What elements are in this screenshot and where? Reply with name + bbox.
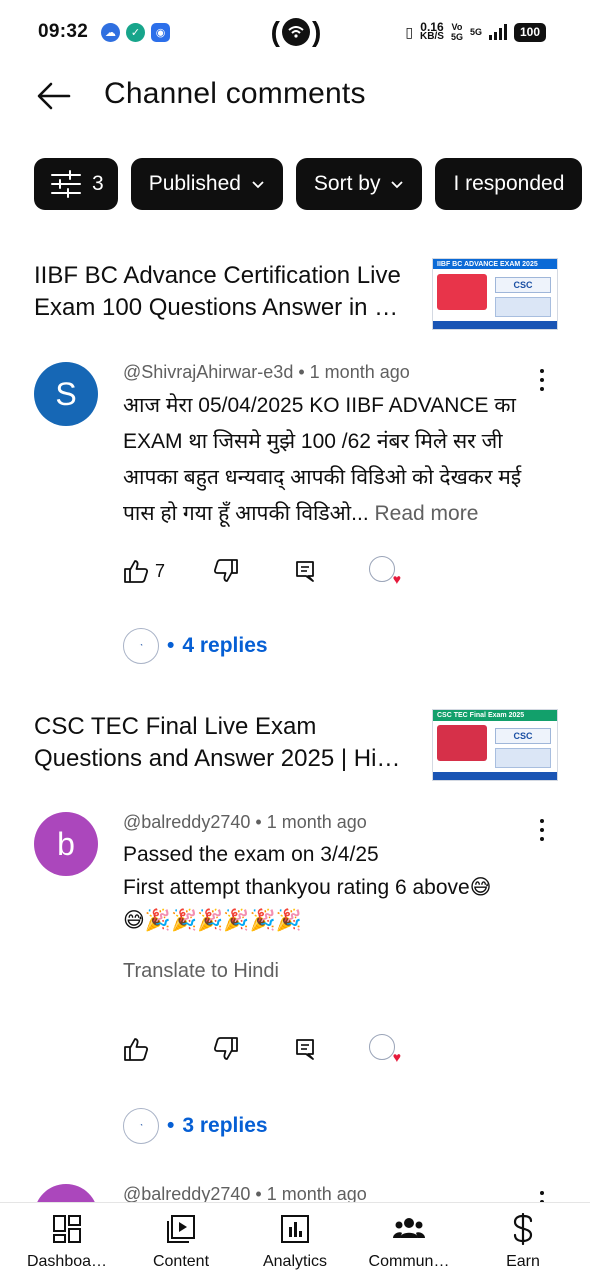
nav-analytics[interactable]: Analytics (240, 1213, 350, 1271)
comment-text: आज मेरा 05/04/2025 KO IIBF ADVANCE का EX… (123, 394, 522, 525)
comment-icon (296, 1039, 314, 1060)
translate-link[interactable]: Translate to Hindi (123, 960, 279, 983)
comment-actions: ♥ (123, 1034, 423, 1065)
channel-avatar: ◔ (123, 1108, 159, 1144)
comment-item: b @balreddy2740 • 1 month ago Passed the… (34, 812, 558, 1152)
community-icon (393, 1218, 425, 1238)
vpn-app-icon: ✓ (126, 23, 145, 42)
comment-text: Passed the exam on 3/4/25 First attempt … (123, 843, 492, 932)
comment-item: @balreddy2740 • 1 month ago (34, 1184, 558, 1202)
replies-count: 3 replies (182, 1114, 268, 1137)
sort-by-label: Sort by (313, 172, 381, 195)
replies-count: 4 replies (182, 634, 268, 657)
replies-button[interactable]: ◔ • 3 replies (123, 1108, 268, 1144)
dislike-button[interactable] (213, 556, 239, 586)
reply-button[interactable] (293, 1034, 317, 1064)
cloud-app-icon: ☁ (101, 23, 120, 42)
network-speed: 0.16 KB/S (420, 20, 444, 42)
avatar[interactable]: S (34, 362, 98, 426)
comment-actions: 7 ♥ (123, 556, 423, 587)
like-button[interactable] (123, 1034, 155, 1064)
read-more-link[interactable]: Read more (375, 502, 479, 525)
back-arrow-icon (37, 82, 71, 110)
like-count: 7 (155, 560, 166, 581)
comment-meta: @balreddy2740 • 1 month ago (123, 1184, 367, 1202)
avatar[interactable]: b (34, 812, 98, 876)
vibrate-icon: ▯ (405, 23, 414, 40)
comment-time: 1 month ago (266, 812, 367, 832)
content-icon (167, 1215, 195, 1243)
comment-author[interactable]: @balreddy2740 (123, 1184, 250, 1202)
like-button[interactable]: 7 (123, 556, 165, 586)
video-thumbnail[interactable]: IIBF BC ADVANCE EXAM 2025 CSC (432, 258, 558, 330)
bottom-navigation: Dashboa… Content Analytics Commun… Earn (0, 1202, 590, 1280)
comment-item: S @ShivrajAhirwar-e3d • 1 month ago आज म… (34, 362, 558, 672)
page-title: Channel comments (104, 77, 366, 110)
dashboard-icon (53, 1215, 81, 1243)
video-title[interactable]: CSC TEC Final Live Exam Questions and An… (34, 711, 422, 775)
responded-label: I responded (453, 172, 565, 195)
responded-chip[interactable]: I responded (435, 158, 583, 210)
android-app-icon: ◉ (151, 23, 170, 42)
filter-chip[interactable]: 3 (34, 158, 118, 210)
more-options-button[interactable] (530, 1188, 554, 1202)
chevron-down-icon (252, 181, 264, 189)
battery-indicator: 100 (513, 22, 546, 42)
comment-author[interactable]: @balreddy2740 (123, 812, 250, 832)
volte-indicator: Vo 5G (450, 22, 463, 42)
network-type: 5G (469, 27, 482, 37)
published-label: Published (148, 172, 241, 195)
thumbs-up-icon (124, 560, 149, 583)
thumbs-down-icon (213, 1037, 238, 1060)
heart-icon: ♥ (392, 571, 401, 587)
filter-count: 3 (92, 172, 104, 195)
comment-meta: @balreddy2740 • 1 month ago (123, 812, 367, 832)
thumbnail-card (437, 274, 487, 310)
published-chip[interactable]: Published (130, 158, 283, 210)
heart-icon: ♥ (392, 1049, 401, 1065)
comment-meta: @ShivrajAhirwar-e3d • 1 month ago (123, 362, 410, 382)
comment-icon (296, 561, 314, 582)
analytics-icon (281, 1215, 309, 1243)
video-title[interactable]: IIBF BC Advance Certification Live Exam … (34, 260, 422, 324)
replies-button[interactable]: ◔ • 4 replies (123, 628, 268, 664)
dislike-button[interactable] (213, 1034, 239, 1064)
dollar-icon (513, 1213, 533, 1245)
notification-icons: ☁ ✓ ◉ (101, 23, 170, 42)
creator-heart-button[interactable]: ♥ (369, 556, 401, 587)
status-bar: 09:32 ☁ ✓ ◉ ( ) ▯ 0.16 KB/S Vo 5G 5G 100 (0, 0, 590, 64)
thumbs-up-icon (124, 1038, 149, 1061)
comment-time: 1 month ago (309, 362, 410, 382)
status-time: 09:32 (38, 21, 89, 42)
system-indicators: ▯ 0.16 KB/S Vo 5G 5G 100 (405, 20, 546, 42)
nav-dashboard[interactable]: Dashboa… (12, 1213, 122, 1271)
channel-avatar: ◔ (123, 628, 159, 664)
filter-chips: 3 Published Sort by I responded (34, 158, 590, 210)
reply-button[interactable] (293, 556, 317, 586)
video-thumbnail[interactable]: CSC TEC Final Exam 2025 CSC (432, 709, 558, 781)
video-header[interactable]: CSC TEC Final Live Exam Questions and An… (34, 709, 558, 781)
hotspot-icon (282, 18, 310, 46)
comment-author[interactable]: @ShivrajAhirwar-e3d (123, 362, 293, 382)
thumbnail-card (437, 725, 487, 761)
comment-time: 1 month ago (266, 1184, 367, 1202)
sliders-icon (51, 170, 81, 198)
nav-content[interactable]: Content (126, 1213, 236, 1271)
avatar[interactable] (34, 1184, 98, 1202)
nav-community[interactable]: Commun… (354, 1213, 464, 1271)
sort-by-chip[interactable]: Sort by (295, 158, 423, 210)
thumbs-down-icon (213, 559, 238, 582)
back-button[interactable] (34, 76, 74, 116)
chevron-down-icon (391, 181, 404, 189)
signal-icon (488, 24, 507, 40)
creator-heart-button[interactable]: ♥ (369, 1034, 401, 1065)
video-header[interactable]: IIBF BC Advance Certification Live Exam … (34, 258, 558, 330)
nav-earn[interactable]: Earn (468, 1213, 578, 1271)
hotspot-indicator: ( ) (270, 16, 322, 47)
